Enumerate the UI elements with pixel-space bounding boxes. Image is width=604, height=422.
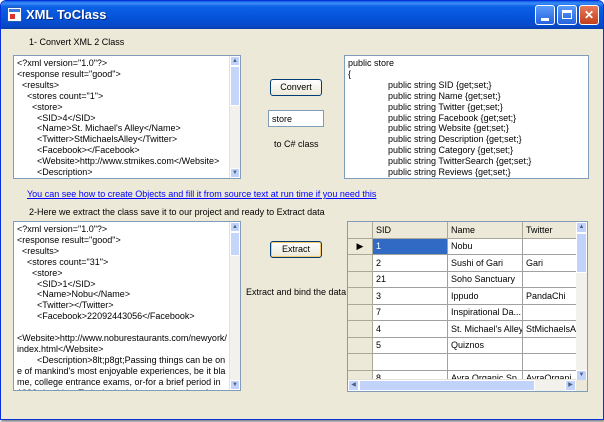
table-row[interactable] (348, 353, 580, 371)
grid-table: SID Name Twitter ▶ 1 Nobu 2 Sushi of Gar… (348, 222, 580, 387)
row-header[interactable] (348, 304, 373, 321)
table-row[interactable]: 21 Soho Sanctuary (348, 271, 580, 288)
cell-twitter[interactable] (522, 353, 580, 371)
scroll-down-icon[interactable]: ▼ (230, 380, 240, 390)
cell-name[interactable]: Quiznos (447, 337, 523, 354)
maximize-button[interactable] (557, 5, 577, 25)
cell-sid[interactable]: 1 (372, 238, 448, 255)
xml-input-top-scrollbar[interactable]: ▲ ▼ (229, 56, 240, 178)
xml-input-top-text: <?xml version="1.0"?> <response result="… (17, 58, 220, 178)
column-header-sid[interactable]: SID (372, 222, 448, 239)
cell-sid[interactable]: 21 (372, 271, 448, 288)
cell-twitter[interactable] (522, 304, 580, 321)
cell-name[interactable]: Ippudo (447, 287, 523, 305)
cell-sid[interactable]: 4 (372, 320, 448, 338)
extract-button[interactable]: Extract (270, 241, 322, 258)
scroll-thumb[interactable] (359, 380, 535, 391)
scroll-up-icon[interactable]: ▲ (576, 222, 587, 233)
row-header[interactable] (348, 271, 373, 288)
cell-name[interactable]: St. Michael's Alley (447, 320, 523, 338)
row-header[interactable] (348, 337, 373, 354)
section1-label: 1- Convert XML 2 Class (29, 37, 125, 47)
grid-horizontal-scrollbar[interactable]: ◀ ▶ (348, 379, 576, 391)
convert-button[interactable]: Convert (270, 79, 322, 96)
table-row[interactable]: 2 Sushi of Gari Gari (348, 254, 580, 272)
table-row[interactable]: 5 Quiznos (348, 337, 580, 354)
cell-sid[interactable]: 2 (372, 254, 448, 272)
data-grid[interactable]: SID Name Twitter ▶ 1 Nobu 2 Sushi of Gar… (347, 221, 588, 392)
cell-name[interactable]: Nobu (447, 238, 523, 255)
cell-name[interactable] (447, 353, 523, 371)
cell-twitter[interactable]: Gari (522, 254, 580, 272)
xml-input-bottom-text: <?xml version="1.0"?> <response result="… (17, 224, 227, 390)
cell-twitter[interactable]: StMichaelsA (522, 320, 580, 338)
grid-vertical-scrollbar[interactable]: ▲ ▼ (576, 222, 587, 381)
cell-twitter[interactable]: PandaChi (522, 287, 580, 305)
xml-input-bottom[interactable]: <?xml version="1.0"?> <response result="… (13, 221, 241, 391)
scroll-right-icon[interactable]: ▶ (565, 380, 576, 391)
window-title: XML ToClass (26, 7, 107, 22)
current-row-icon[interactable]: ▶ (348, 238, 373, 255)
row-header[interactable] (348, 353, 373, 371)
help-link[interactable]: You can see how to create Objects and fi… (27, 189, 376, 199)
app-icon (7, 7, 22, 22)
extract-label: Extract and bind the data (246, 287, 347, 297)
class-output-text: public store { public string SID {get;se… (348, 58, 532, 178)
row-header[interactable] (348, 287, 373, 305)
row-header[interactable] (348, 254, 373, 272)
minimize-button[interactable] (535, 5, 555, 25)
class-name-input[interactable]: store (268, 110, 324, 127)
xml-input-top[interactable]: <?xml version="1.0"?> <response result="… (13, 55, 241, 179)
title-bar[interactable]: XML ToClass ✕ (1, 1, 603, 29)
table-row[interactable]: ▶ 1 Nobu (348, 238, 580, 255)
close-icon: ✕ (583, 8, 595, 22)
main-window: XML ToClass ✕ 1- Convert XML 2 Class <?x… (0, 0, 604, 420)
cell-twitter[interactable] (522, 238, 580, 255)
cell-sid[interactable] (372, 353, 448, 371)
scrollbar-corner (576, 380, 587, 391)
scroll-left-icon[interactable]: ◀ (348, 380, 359, 391)
cell-sid[interactable]: 5 (372, 337, 448, 354)
cell-name[interactable]: Sushi of Gari (447, 254, 523, 272)
row-header[interactable] (348, 320, 373, 338)
section2-label: 2-Here we extract the class save it to o… (29, 207, 325, 217)
scroll-thumb[interactable] (576, 233, 587, 273)
cell-twitter[interactable] (522, 337, 580, 354)
scroll-thumb[interactable] (230, 232, 240, 256)
table-row[interactable]: 7 Inspirational Da... (348, 304, 580, 321)
cell-name[interactable]: Soho Sanctuary (447, 271, 523, 288)
scroll-down-icon[interactable]: ▼ (230, 168, 240, 178)
scroll-thumb[interactable] (230, 66, 240, 106)
column-header-name[interactable]: Name (447, 222, 523, 239)
scroll-up-icon[interactable]: ▲ (230, 56, 240, 66)
column-header-twitter[interactable]: Twitter (522, 222, 580, 239)
scroll-up-icon[interactable]: ▲ (230, 222, 240, 232)
to-class-label: to C# class (274, 139, 319, 149)
cell-twitter[interactable] (522, 271, 580, 288)
xml-input-bottom-scrollbar[interactable]: ▲ ▼ (229, 222, 240, 390)
grid-corner-header (348, 222, 373, 239)
close-button[interactable]: ✕ (579, 5, 599, 25)
table-row[interactable]: 4 St. Michael's Alley StMichaelsA (348, 320, 580, 338)
table-row[interactable]: 3 Ippudo PandaChi (348, 287, 580, 305)
class-output[interactable]: public store { public string SID {get;se… (344, 55, 589, 179)
cell-name[interactable]: Inspirational Da... (447, 304, 523, 321)
cell-sid[interactable]: 7 (372, 304, 448, 321)
cell-sid[interactable]: 3 (372, 287, 448, 305)
